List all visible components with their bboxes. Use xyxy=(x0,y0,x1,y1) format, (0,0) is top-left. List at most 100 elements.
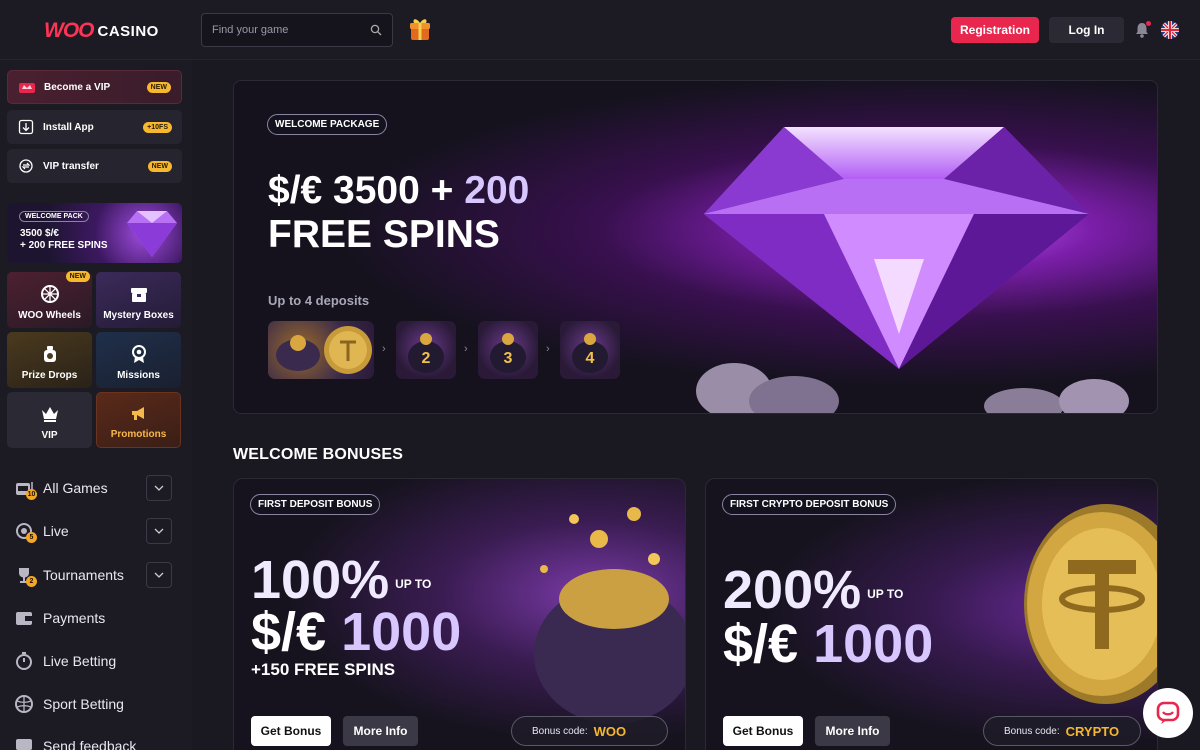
bonus-currency: $/€ xyxy=(251,602,327,662)
casino-logo[interactable]: WOO CASINO xyxy=(44,18,159,44)
bonus-code-pill[interactable]: Bonus code: CRYPTO xyxy=(983,716,1141,746)
bonus-amount-line: $/€ 1000 xyxy=(251,605,461,659)
first-crypto-deposit-tag: FIRST CRYPTO DEPOSIT BONUS xyxy=(722,494,897,515)
nav-live[interactable]: 5 Live xyxy=(14,517,172,545)
search-input[interactable] xyxy=(212,24,370,36)
live-chat-button[interactable] xyxy=(1143,688,1193,738)
welcome-package-tag: WELCOME PACKAGE xyxy=(267,114,388,135)
first-crypto-deposit-bonus-card[interactable]: FIRST CRYPTO DEPOSIT BONUS 200% UP TO $/€… xyxy=(705,478,1158,750)
tile-prize-drops[interactable]: Prize Drops xyxy=(7,332,92,388)
feedback-icon xyxy=(14,736,34,750)
tile-promotions[interactable]: Promotions xyxy=(96,392,181,448)
tile-label: Prize Drops xyxy=(21,370,78,381)
login-button[interactable]: Log In xyxy=(1049,17,1124,43)
become-vip-link[interactable]: Become a VIP NEW xyxy=(7,70,182,104)
tile-label: WOO Wheels xyxy=(18,310,81,321)
first-deposit-bonus-card[interactable]: FIRST DEPOSIT BONUS 100% UP TO $/€ 1000 +… xyxy=(233,478,686,750)
welcome-pack-spins: + 200 FREE SPINS xyxy=(20,240,108,251)
deposit-step-4: 4 xyxy=(560,321,620,379)
bonus-amount-line: $/€ 1000 xyxy=(723,617,933,671)
deposit-step-3: 3 xyxy=(478,321,538,379)
tile-missions[interactable]: Missions xyxy=(96,332,181,388)
deposit-step-1 xyxy=(268,321,374,379)
expand-button[interactable] xyxy=(146,475,172,501)
notification-dot xyxy=(1146,21,1151,26)
top-header: WOO CASINO Registration Log In xyxy=(0,0,1200,60)
wheel-icon xyxy=(40,284,60,304)
search-box[interactable] xyxy=(201,13,393,47)
chevron-down-icon xyxy=(154,528,164,534)
install-app-label: Install App xyxy=(43,121,94,133)
bonus-currency: $/€ xyxy=(723,614,799,674)
expand-button[interactable] xyxy=(146,518,172,544)
search-icon[interactable] xyxy=(370,24,382,36)
get-bonus-button[interactable]: Get Bonus xyxy=(251,716,331,746)
nav-all-games[interactable]: 10 All Games xyxy=(14,474,172,502)
become-vip-label: Become a VIP xyxy=(44,81,111,93)
notifications-bell[interactable] xyxy=(1133,21,1151,39)
bonus-percent: 200% xyxy=(723,560,862,620)
hero-spins-label: FREE SPINS xyxy=(268,213,500,256)
nav-tournaments[interactable]: 2 Tournaments xyxy=(14,561,172,589)
wallet-icon xyxy=(14,608,34,628)
hero-subtitle: Up to 4 deposits xyxy=(268,293,370,308)
deposit-step-number: 2 xyxy=(422,350,431,367)
medal-icon xyxy=(129,344,149,364)
tile-label: Missions xyxy=(117,370,160,381)
vip-transfer-link[interactable]: VIP transfer NEW xyxy=(7,149,182,183)
bonus-amount: 1000 xyxy=(341,602,462,662)
step-arrow-icon: › xyxy=(382,343,386,355)
more-info-button[interactable]: More Info xyxy=(343,716,418,746)
money-bag-icon: 4 xyxy=(572,333,608,373)
install-app-link[interactable]: Install App +10FS xyxy=(7,110,182,144)
bonus-percent-line: 100% UP TO xyxy=(251,553,431,607)
transfer-icon xyxy=(17,158,35,174)
expand-button[interactable] xyxy=(146,562,172,588)
bonus-amount: 1000 xyxy=(813,614,934,674)
nav-label: Send feedback xyxy=(43,738,137,750)
section-title: WELCOME BONUSES xyxy=(233,446,404,463)
new-badge: NEW xyxy=(147,160,172,172)
step-arrow-icon: › xyxy=(464,343,468,355)
tile-mystery-boxes[interactable]: Mystery Boxes xyxy=(96,272,181,328)
hero-spins-count: 200 xyxy=(464,169,530,212)
nav-payments[interactable]: Payments xyxy=(14,604,172,632)
nav-label: Live Betting xyxy=(43,653,117,669)
tile-woo-wheels[interactable]: NEW WOO Wheels xyxy=(7,271,92,328)
hero-amount: $/€ 3500 + xyxy=(268,169,454,212)
slot-icon: 10 xyxy=(14,478,37,500)
free-spins-badge: +10FS xyxy=(143,121,172,133)
welcome-pack-amount: 3500 $/€ xyxy=(20,228,59,239)
bonus-code-pill[interactable]: Bonus code: WOO xyxy=(511,716,668,746)
uk-flag-icon[interactable] xyxy=(1161,21,1179,39)
vip-transfer-label: VIP transfer xyxy=(43,160,99,172)
nav-sport-betting[interactable]: Sport Betting xyxy=(14,690,172,718)
money-bag-icon: 2 xyxy=(408,333,444,373)
more-info-button[interactable]: More Info xyxy=(815,716,890,746)
logo-casino: CASINO xyxy=(97,22,159,40)
new-badge: NEW xyxy=(65,271,90,282)
nav-label: Sport Betting xyxy=(43,696,124,712)
new-badge: NEW xyxy=(146,81,171,93)
megaphone-icon xyxy=(129,403,149,423)
bonus-percent: 100% xyxy=(251,550,390,610)
nav-live-betting[interactable]: Live Betting xyxy=(14,647,172,675)
tile-vip[interactable]: VIP xyxy=(7,392,92,448)
nav-send-feedback[interactable]: Send feedback xyxy=(14,732,172,750)
welcome-pack-card[interactable]: WELCOME PACK 3500 $/€ + 200 FREE SPINS xyxy=(7,203,182,263)
welcome-pack-text: 3500 $/€ + 200 FREE SPINS xyxy=(20,228,108,252)
up-to-label: UP TO xyxy=(395,576,432,591)
sidebar: Become a VIP NEW Install App +10FS VIP t… xyxy=(0,60,192,750)
gift-box-icon[interactable] xyxy=(408,16,432,42)
diamond-illustration xyxy=(704,127,1089,369)
welcome-package-banner[interactable]: WELCOME PACKAGE $/€ 3500 + 200 FREE SPIN… xyxy=(233,80,1158,414)
bonus-code-value: CRYPTO xyxy=(1065,723,1120,739)
welcome-pack-tag: WELCOME PACK xyxy=(19,211,89,222)
count-badge: 5 xyxy=(26,532,37,543)
step-arrow-icon: › xyxy=(546,343,550,355)
get-bonus-button[interactable]: Get Bonus xyxy=(723,716,803,746)
logo-woo: WOO xyxy=(44,19,94,42)
download-icon xyxy=(17,119,35,135)
registration-button[interactable]: Registration xyxy=(951,17,1039,43)
trophy-icon: 2 xyxy=(14,565,37,587)
